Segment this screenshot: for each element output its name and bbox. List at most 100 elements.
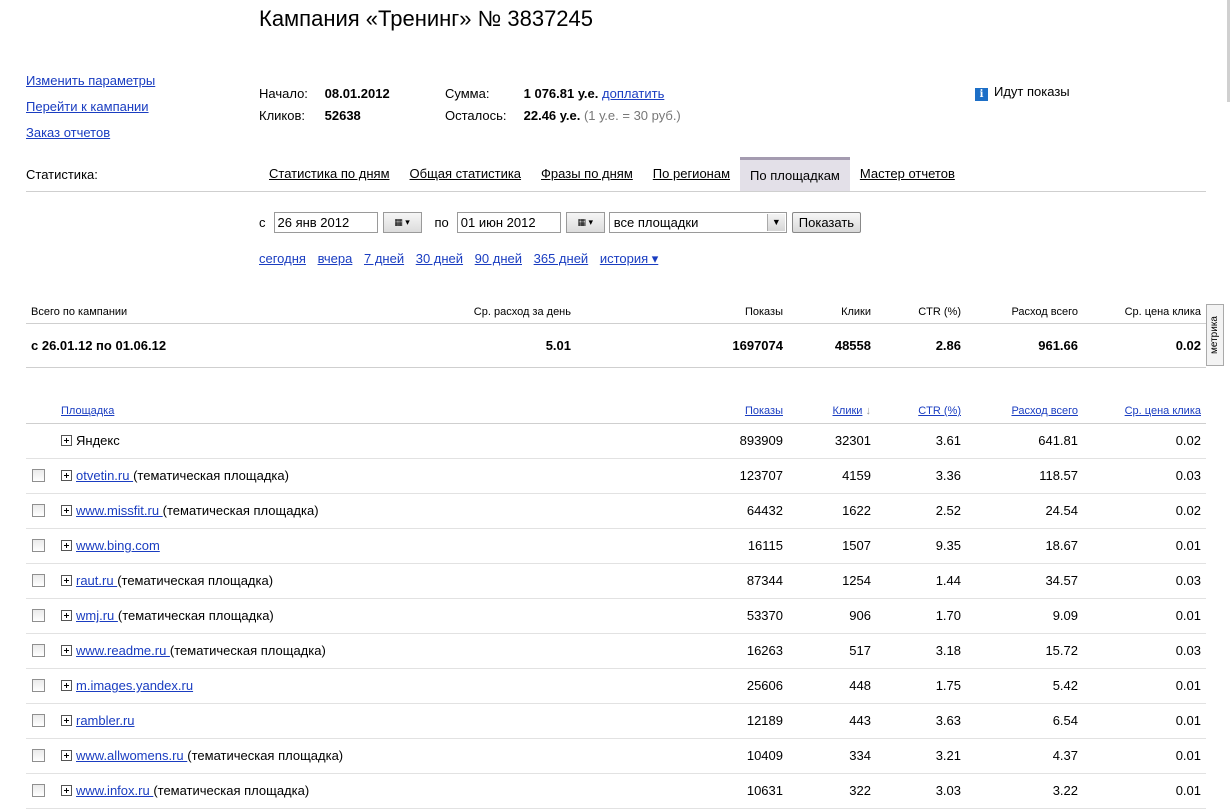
row-checkbox[interactable] [32,574,45,587]
site-note: (тематическая площадка) [133,468,289,483]
totals-header-cell: Показы [744,305,783,318]
expand-plus-icon[interactable] [61,505,72,516]
show-button[interactable]: Показать [791,212,862,233]
row-checkbox[interactable] [32,644,45,657]
period-7-days[interactable]: 7 дней [364,251,404,266]
sort-by-avg-price[interactable]: Ср. цена клика [1125,405,1201,417]
avg-price-cell: 0.01 [1078,773,1206,809]
site-link[interactable]: otvetin.ru [76,468,133,483]
totals-header: Всего по кампании Ср. расход за день Пок… [26,301,1206,323]
tab-placements[interactable]: По площадкам [740,157,850,191]
site-link[interactable]: wmj.ru [76,608,118,623]
expand-plus-icon[interactable] [61,680,72,691]
row-checkbox[interactable] [32,609,45,622]
tab-phrases[interactable]: Фразы по дням [531,157,643,191]
expand-plus-icon[interactable] [61,610,72,621]
period-30-days[interactable]: 30 дней [416,251,463,266]
totals-cell: 961.66 [961,323,1078,368]
expand-plus-icon[interactable] [61,435,72,446]
checkbox-cell [26,598,61,634]
period-90-days[interactable]: 90 дней [475,251,522,266]
from-calendar-button[interactable]: ▦ ▾ [382,212,422,233]
site-link[interactable]: rambler.ru [76,713,135,728]
site-note: (тематическая площадка) [153,783,310,798]
sort-by-clicks[interactable]: Клики [833,405,863,417]
cost-cell: 5.42 [961,668,1078,704]
site-link[interactable]: www.allwomens.ru [76,748,187,763]
site-link[interactable]: www.readme.ru [76,643,170,658]
row-checkbox[interactable] [32,679,45,692]
campaign-info-right: Сумма: 1 076.81 у.е. доплатить Осталось:… [445,86,681,130]
chevron-down-icon[interactable]: ▼ [766,214,785,231]
site-link[interactable]: www.bing.com [76,538,160,553]
site-link[interactable]: www.missfit.ru [76,503,163,518]
site-cell: otvetin.ru (тематическая площадка) [61,458,571,494]
row-checkbox[interactable] [32,749,45,762]
shows-cell: 10409 [571,738,783,774]
ctr-cell: 3.03 [871,773,961,809]
start-value: 08.01.2012 [324,86,390,101]
clicks-cell: 4159 [783,458,871,494]
ctr-cell: 3.36 [871,458,961,494]
sort-by-site[interactable]: Площадка [61,405,114,417]
to-calendar-button[interactable]: ▦ ▾ [565,212,605,233]
tab-report-wizard-label[interactable]: Мастер отчетов [860,166,955,181]
placements-select[interactable]: все площадки ▼ [608,212,787,233]
from-date-input[interactable]: 26 янв 2012 [273,212,378,233]
checkbox-cell [26,738,61,774]
tab-general-label[interactable]: Общая статистика [410,166,522,181]
statistics-label: Статистика: [26,167,98,182]
totals-cell: 2.86 [871,323,961,368]
edit-params-link[interactable]: Изменить параметры [26,73,155,88]
row-checkbox[interactable] [32,784,45,797]
tab-general[interactable]: Общая статистика [400,157,532,191]
tab-regions[interactable]: По регионам [643,157,740,191]
to-date-input[interactable]: 01 июн 2012 [456,212,561,233]
expand-plus-icon[interactable] [61,575,72,586]
clicks-cell: 1254 [783,563,871,599]
cost-cell: 24.54 [961,493,1078,529]
order-reports-link[interactable]: Заказ отчетов [26,125,155,140]
tab-by-days[interactable]: Статистика по дням [259,157,400,191]
expand-plus-icon[interactable] [61,750,72,761]
clicks-value: 52638 [324,108,361,123]
tab-regions-label[interactable]: По регионам [653,166,730,181]
row-checkbox[interactable] [32,504,45,517]
go-to-campaign-link[interactable]: Перейти к кампании [26,99,155,114]
site-link[interactable]: m.images.yandex.ru [76,678,193,693]
tab-report-wizard[interactable]: Мастер отчетов [850,157,965,191]
pay-link[interactable]: доплатить [602,86,664,101]
expand-plus-icon[interactable] [61,785,72,796]
metrika-tab[interactable]: метрика [1206,304,1224,366]
totals-header-cell: Расход всего [1011,305,1078,318]
clicks-cell: 443 [783,703,871,739]
shows-cell: 10631 [571,773,783,809]
placements-header: Площадка Показы Клики ↓ CTR (%) Расход в… [26,399,1206,424]
expand-plus-icon[interactable] [61,470,72,481]
quick-periods: сегодня вчера 7 дней 30 дней 90 дней 365… [259,251,666,267]
row-checkbox[interactable] [32,539,45,552]
period-yesterday[interactable]: вчера [318,251,353,266]
row-checkbox[interactable] [32,714,45,727]
expand-plus-icon[interactable] [61,715,72,726]
period-today[interactable]: сегодня [259,251,306,266]
tab-phrases-label[interactable]: Фразы по дням [541,166,633,181]
site-link[interactable]: raut.ru [76,573,117,588]
sort-by-ctr[interactable]: CTR (%) [918,405,961,417]
period-365-days[interactable]: 365 дней [534,251,589,266]
checkbox-cell [26,458,61,494]
calendar-icon: ▦ ▾ [394,217,410,227]
row-checkbox[interactable] [32,469,45,482]
clicks-label: Кликов: [259,108,306,123]
header-shows: Показы [571,399,783,424]
totals-header-cell: Ср. цена клика [1124,305,1201,318]
sort-by-cost[interactable]: Расход всего [1011,405,1078,417]
tab-by-days-label[interactable]: Статистика по дням [269,166,390,181]
site-link[interactable]: www.infox.ru [76,783,153,798]
period-history[interactable]: история ▾ [600,251,658,266]
expand-plus-icon[interactable] [61,540,72,551]
site-note: (тематическая площадка) [187,748,344,763]
sort-by-shows[interactable]: Показы [745,405,783,417]
expand-plus-icon[interactable] [61,645,72,656]
placements-table: Площадка Показы Клики ↓ CTR (%) Расход в… [26,399,1206,809]
